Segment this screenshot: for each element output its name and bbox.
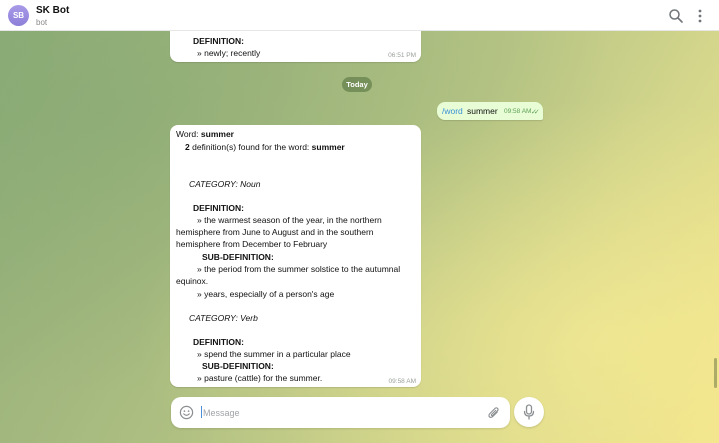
date-divider: Today bbox=[342, 77, 372, 92]
definition-label: DEFINITION: bbox=[193, 36, 244, 46]
definition-text: » newly; recently bbox=[197, 48, 261, 58]
definition-text: » the warmest season of the year, in the… bbox=[197, 215, 382, 225]
sub-definition-text: » years, especially of a person's age bbox=[197, 289, 335, 299]
definition-label: DEFINITION: bbox=[193, 337, 244, 347]
definition-text: » spend the summer in a particular place bbox=[197, 349, 351, 359]
word-line: Word: summer bbox=[176, 128, 234, 140]
found-line: 2 definition(s) found for the word: summ… bbox=[185, 141, 345, 153]
message-time: 09:58 AM bbox=[504, 108, 532, 115]
message-text: summer bbox=[467, 106, 498, 116]
scrollbar[interactable] bbox=[714, 358, 717, 388]
definition-label: DEFINITION: bbox=[193, 203, 244, 213]
sub-definition-text: equinox. bbox=[176, 276, 209, 286]
chat-header[interactable]: SB SK Bot bot bbox=[0, 0, 719, 31]
smile-icon[interactable] bbox=[179, 405, 194, 420]
more-vertical-icon[interactable] bbox=[692, 8, 708, 24]
avatar[interactable]: SB bbox=[8, 5, 29, 26]
chat-title[interactable]: SK Bot bbox=[36, 5, 69, 16]
sub-definition-label: SUB-DEFINITION: bbox=[202, 252, 274, 262]
category-verb: CATEGORY: Verb bbox=[189, 313, 258, 323]
search-icon[interactable] bbox=[668, 8, 684, 24]
message-time: 06:51 PM bbox=[388, 52, 416, 59]
message-input[interactable] bbox=[203, 403, 483, 422]
message-composer bbox=[171, 397, 510, 428]
word-value: summer bbox=[200, 129, 234, 139]
message-bubble-incoming[interactable]: Word: summer 2 definition(s) found for t… bbox=[170, 125, 421, 387]
definition-text: hemisphere from December to February bbox=[176, 239, 328, 249]
sub-definition-text: » pasture (cattle) for the summer. bbox=[197, 373, 323, 383]
found-word: summer bbox=[311, 142, 345, 152]
bot-command-link[interactable]: /word bbox=[442, 106, 463, 116]
sub-definition-text: » the period from the summer solstice to… bbox=[197, 264, 401, 274]
microphone-button[interactable] bbox=[514, 397, 544, 427]
chat-subtitle: bot bbox=[36, 18, 48, 27]
definition-count: 2 bbox=[185, 142, 190, 152]
message-bubble-outgoing[interactable]: /word summer 09:58 AM ✓✓ bbox=[437, 102, 543, 120]
sub-definition-label: SUB-DEFINITION: bbox=[202, 361, 274, 371]
category-noun: CATEGORY: Noun bbox=[189, 179, 261, 189]
definition-text: hemisphere from June to August and in th… bbox=[176, 227, 374, 237]
paperclip-icon[interactable] bbox=[487, 405, 501, 420]
double-check-icon: ✓✓ bbox=[531, 109, 540, 116]
message-time: 09:58 AM bbox=[388, 378, 416, 385]
microphone-icon bbox=[523, 404, 535, 420]
found-text: definition(s) found for the word: bbox=[192, 142, 310, 152]
text-cursor bbox=[201, 406, 202, 418]
word-label: Word: bbox=[176, 129, 199, 139]
message-bubble-incoming[interactable]: DEFINITION: » newly; recently 06:51 PM bbox=[170, 31, 421, 62]
